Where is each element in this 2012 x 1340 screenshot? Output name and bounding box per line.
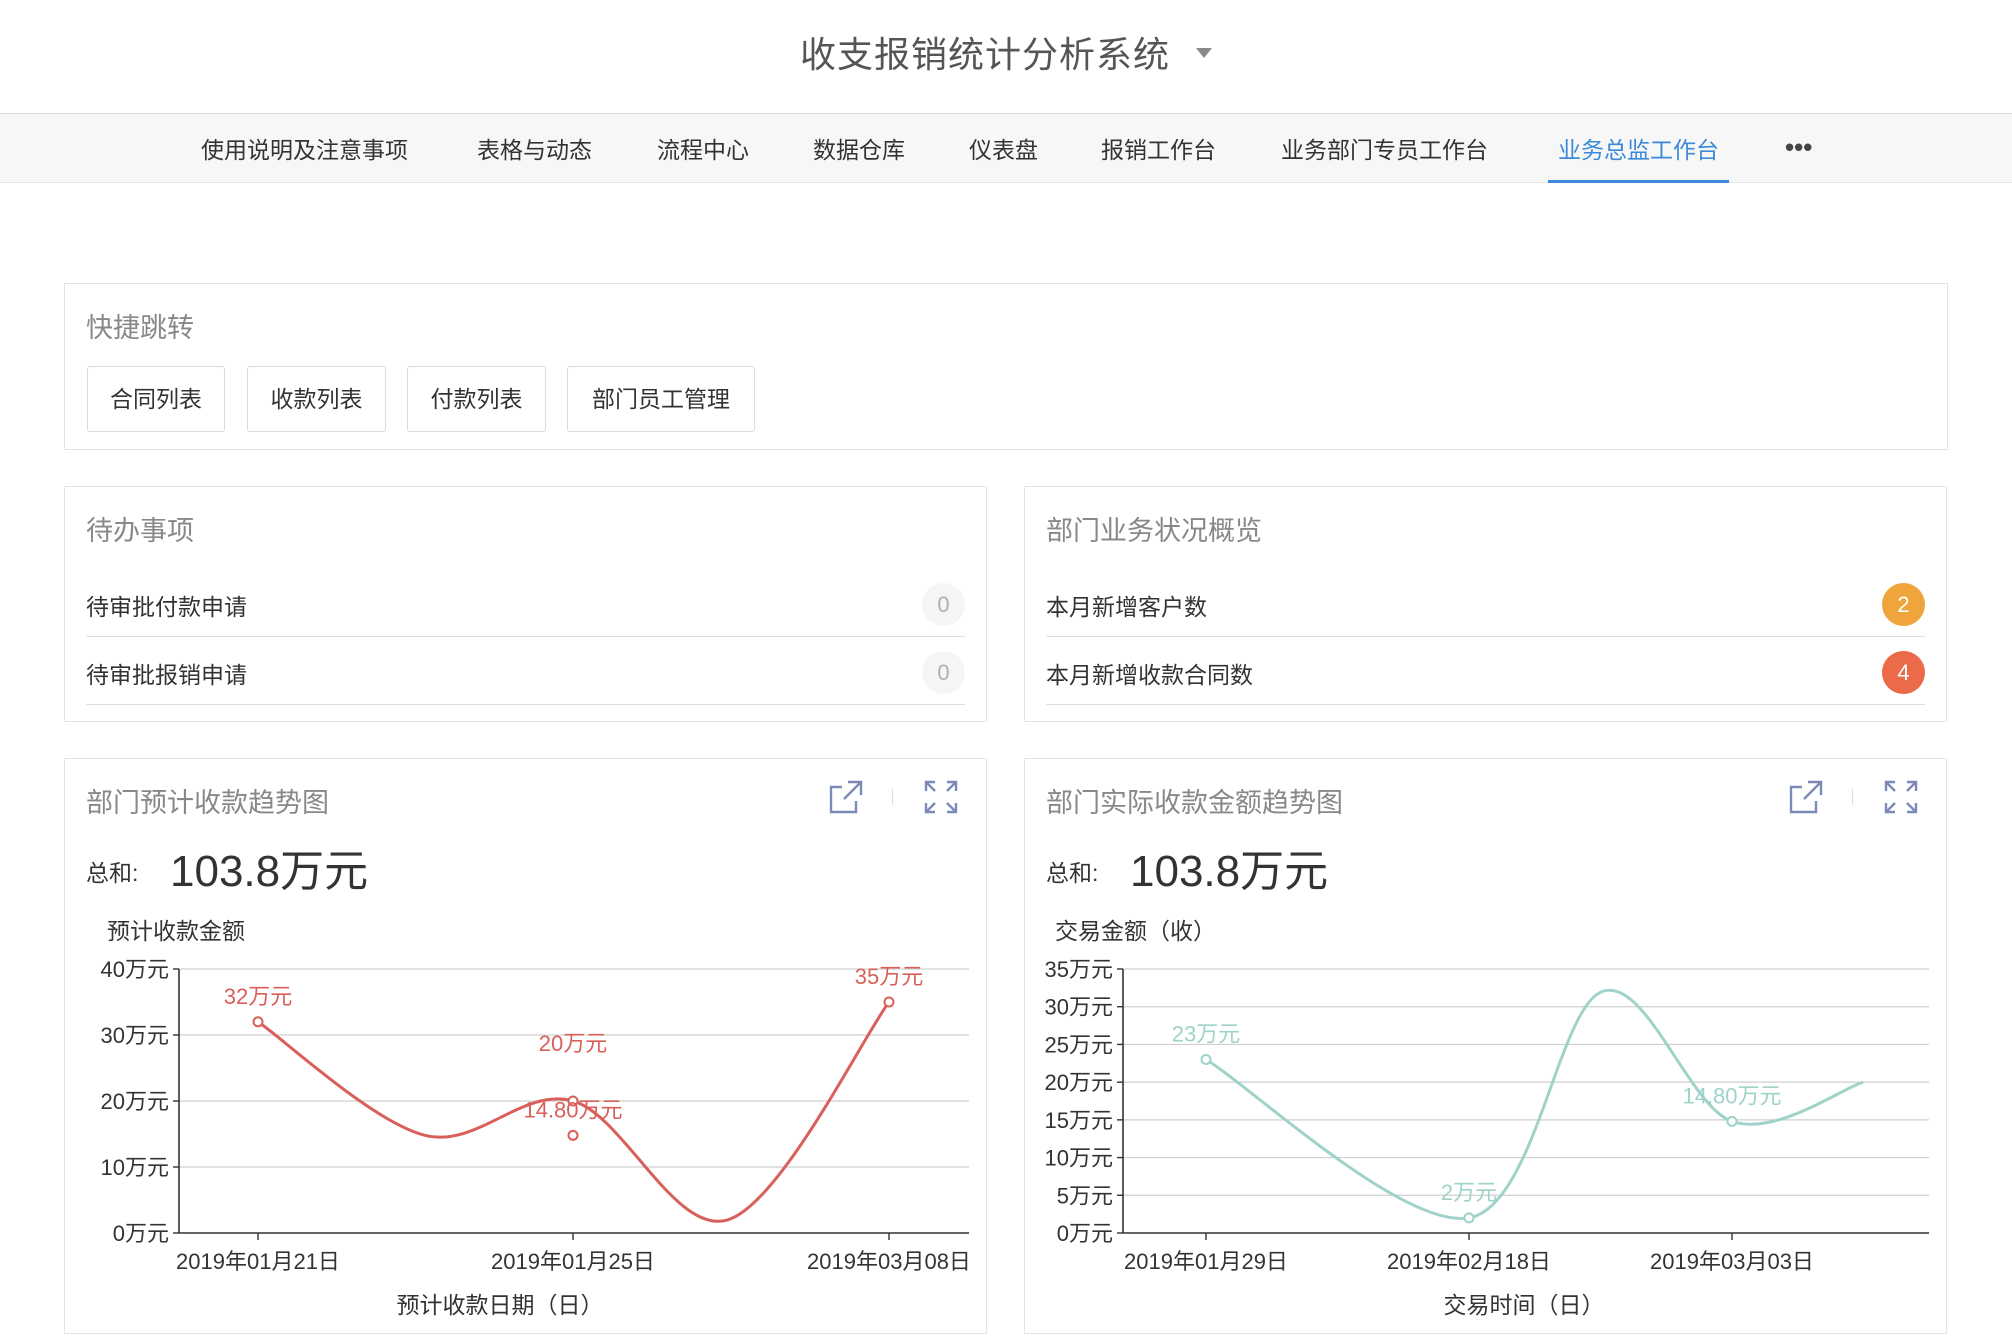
todo-panel: 待办事项 待审批付款申请 0 待审批报销申请 0 [64,486,987,722]
data-point [252,1016,264,1028]
x-tick-label: 2019年01月25日 [491,1249,655,1274]
x-axis-title: 预计收款日期（日） [397,1292,604,1318]
top-header: 收支报销统计分析系统 [0,0,2012,114]
nav-item-director[interactable]: 业务总监工作台 [1548,114,1729,183]
todo-row-reimbursement[interactable]: 待审批报销申请 0 [86,637,965,705]
y-tick-label: 30万元 [1045,995,1113,1020]
y-tick-label: 10万元 [101,1155,169,1180]
y-tick-label: 15万元 [1045,1108,1113,1133]
data-label: 35万元 [855,964,923,989]
caret-down-icon[interactable] [1196,48,1212,59]
x-tick-label: 2019年01月21日 [176,1249,340,1274]
overview-row-new-customers[interactable]: 本月新增客户数 2 [1046,569,1925,637]
y-tick-label: 0万元 [113,1221,169,1246]
nav-item-tables[interactable]: 表格与动态 [477,114,592,183]
app-title: 收支报销统计分析系统 [799,34,1170,75]
data-label: 14.80万元 [523,1097,622,1122]
y-tick-label: 10万元 [1045,1146,1113,1171]
data-point [1200,1054,1212,1066]
panel-title: 快捷跳转 [86,313,194,343]
actual-receipts-chart-panel: 部门实际收款金额趋势图 总和: 103.8万元 交易金额（收） 0万元 5万元 10万… [1024,758,1947,1334]
y-axis-title: 预计收款金额 [107,918,245,944]
x-axis-title: 交易时间（日） [1444,1292,1605,1318]
count-badge: 4 [1882,651,1925,694]
data-point [1726,1115,1738,1127]
quick-jump-panel: 快捷跳转 合同列表 收款列表 付款列表 部门员工管理 [64,283,1948,450]
y-tick-label: 0万元 [1057,1221,1113,1246]
y-tick-label: 25万元 [1045,1032,1113,1057]
y-axis-title: 交易金额（收） [1055,918,1216,944]
overview-row-new-contracts[interactable]: 本月新增收款合同数 4 [1046,637,1925,705]
overview-panel: 部门业务状况概览 本月新增客户数 2 本月新增收款合同数 4 [1024,486,1947,722]
row-label: 待审批报销申请 [86,662,247,688]
row-label: 本月新增客户数 [1046,594,1207,620]
payment-list-button[interactable]: 付款列表 [407,366,546,432]
data-label: 23万元 [1172,1022,1240,1047]
nav-item-workflow[interactable]: 流程中心 [657,114,749,183]
nav-item-data-warehouse[interactable]: 数据仓库 [813,114,905,183]
panel-title: 待办事项 [86,516,194,546]
x-tick-label: 2019年02月18日 [1387,1249,1551,1274]
y-tick-label: 40万元 [101,957,169,982]
app-title-switcher[interactable]: 收支报销统计分析系统 [0,26,2012,78]
y-tick-label: 5万元 [1057,1183,1113,1208]
data-label: 32万元 [224,984,292,1009]
data-label: 14.80万元 [1682,1083,1781,1108]
y-tick-label: 30万元 [101,1023,169,1048]
y-tick-label: 20万元 [1045,1070,1113,1095]
receipt-list-button[interactable]: 收款列表 [247,366,386,432]
data-point [567,1129,579,1141]
count-badge: 2 [1882,583,1925,626]
count-badge: 0 [922,583,965,626]
more-menu-icon[interactable]: ••• [1785,114,1812,183]
y-tick-label: 35万元 [1045,957,1113,982]
nav-item-dept-specialist[interactable]: 业务部门专员工作台 [1281,114,1488,183]
nav-item-reimbursement[interactable]: 报销工作台 [1101,114,1216,183]
dept-staff-button[interactable]: 部门员工管理 [567,366,755,432]
data-label: 2万元 [1441,1180,1497,1205]
row-label: 本月新增收款合同数 [1046,662,1253,688]
data-point [1463,1212,1475,1224]
data-label: 20万元 [539,1031,607,1056]
expected-receipts-chart-panel: 部门预计收款趋势图 总和: 103.8万元 预计收款金额 0万元 10万元 20万元 3… [64,758,987,1334]
expected-receipts-line-chart: 预计收款金额 0万元 10万元 20万元 30万元 40万元 2019年01月21日 2019… [101,918,971,1318]
data-point [883,996,895,1008]
count-badge: 0 [922,651,965,694]
x-tick-label: 2019年03月08日 [807,1249,971,1274]
nav-item-instructions[interactable]: 使用说明及注意事项 [201,114,408,183]
row-label: 待审批付款申请 [86,594,247,620]
contract-list-button[interactable]: 合同列表 [87,366,225,432]
panel-title: 部门业务状况概览 [1046,516,1262,546]
x-tick-label: 2019年03月03日 [1650,1249,1814,1274]
todo-row-payment[interactable]: 待审批付款申请 0 [86,569,965,637]
actual-receipts-line-chart: 交易金额（收） 0万元 5万元 10万元 15万元 20万元 25万元 30万元 35万元 201… [1045,918,1929,1318]
y-tick-label: 20万元 [101,1089,169,1114]
nav-item-dashboard[interactable]: 仪表盘 [969,114,1038,183]
main-nav: 使用说明及注意事项 表格与动态 流程中心 数据仓库 仪表盘 报销工作台 业务部门… [0,114,2012,183]
x-tick-label: 2019年01月29日 [1124,1249,1288,1274]
